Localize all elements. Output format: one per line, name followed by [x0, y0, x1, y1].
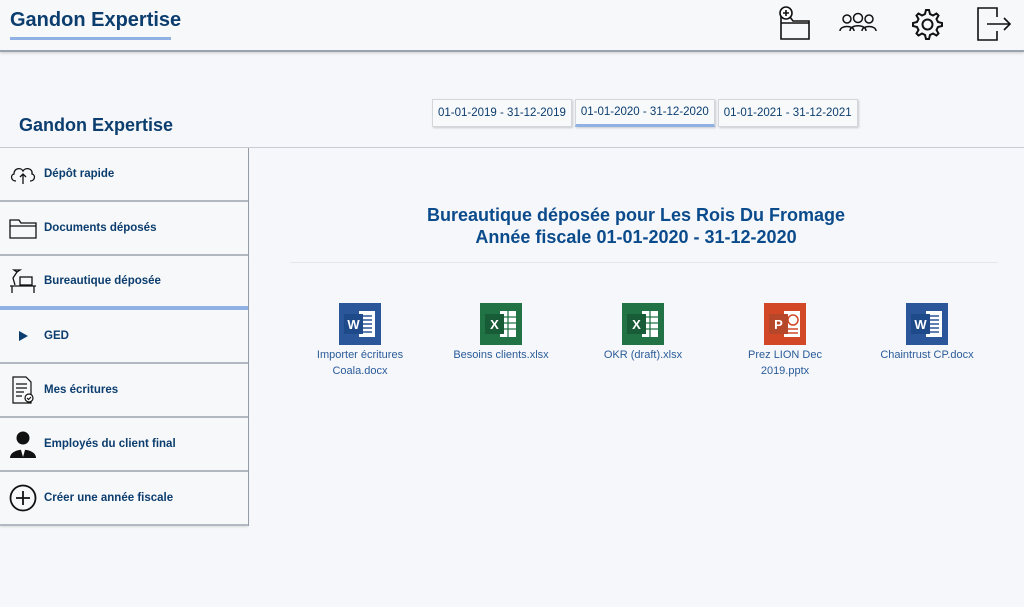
sidebar-item-documents-deposes[interactable]: Documents déposés — [0, 202, 248, 256]
powerpoint-file-icon: P — [764, 303, 806, 345]
sidebar-item-label: GED — [44, 330, 69, 342]
logout-icon[interactable] — [974, 4, 1014, 44]
sidebar-item-label: Employés du client final — [44, 438, 176, 450]
sidebar-item-ged[interactable]: GED — [0, 310, 248, 364]
word-file-icon: W — [339, 303, 381, 345]
sidebar-item-label: Bureautique déposée — [44, 275, 161, 287]
fiscal-year-tabs: 01-01-2019 - 31-12-2019 01-01-2020 - 31-… — [432, 99, 858, 129]
sidebar: Dépôt rapide Documents déposés Bureautiq… — [0, 148, 249, 526]
triangle-right-icon — [8, 321, 38, 351]
page-title-line2: Année fiscale 01-01-2020 - 31-12-2020 — [475, 227, 797, 247]
gear-icon[interactable] — [906, 4, 946, 44]
svg-text:X: X — [490, 317, 499, 332]
folder-icon — [8, 213, 38, 243]
sidebar-item-label: Créer une année fiscale — [44, 492, 174, 504]
file-item-okr-draft[interactable]: X OKR (draft).xlsx — [583, 303, 703, 363]
file-item-importer-ecritures[interactable]: W Importer écritures Coala.docx — [300, 303, 420, 379]
excel-file-icon: X — [622, 303, 664, 345]
page-title-line1: Bureautique déposée pour Les Rois Du Fro… — [426, 205, 846, 225]
word-file-icon: W — [906, 303, 948, 345]
tab-fiscal-year-2019[interactable]: 01-01-2019 - 31-12-2019 — [432, 99, 572, 127]
folder-plus-icon[interactable] — [774, 4, 814, 44]
file-name: Prez LION Dec 2019.pptx — [748, 349, 822, 377]
users-icon[interactable] — [838, 4, 878, 44]
title-separator — [290, 262, 998, 263]
file-grid: W Importer écritures Coala.docx X Besoins… — [300, 303, 1000, 393]
svg-text:W: W — [347, 317, 360, 332]
top-bar: Gandon Expertise — [0, 0, 1024, 52]
brand-title[interactable]: Gandon Expertise — [10, 9, 181, 32]
sidebar-item-label: Mes écritures — [44, 384, 119, 396]
svg-text:P: P — [774, 317, 783, 332]
company-name: Gandon Expertise — [19, 115, 174, 135]
file-name: Besoins clients.xlsx — [453, 349, 549, 361]
svg-text:W: W — [914, 317, 927, 332]
plus-circle-icon — [8, 483, 38, 513]
excel-file-icon: X — [480, 303, 522, 345]
file-item-chaintrust-cp[interactable]: W Chaintrust CP.docx — [867, 303, 987, 363]
sidebar-item-depot-rapide[interactable]: Dépôt rapide — [0, 148, 248, 202]
svg-text:X: X — [632, 317, 641, 332]
page-title: Bureautique déposée pour Les Rois Du Fro… — [248, 204, 1024, 248]
file-name: Importer écritures Coala.docx — [316, 349, 404, 377]
file-name: Chaintrust CP.docx — [880, 349, 974, 361]
cloud-upload-icon — [8, 159, 38, 189]
file-item-prez-lion[interactable]: P Prez LION Dec 2019.pptx — [725, 303, 845, 379]
tab-fiscal-year-2020[interactable]: 01-01-2020 - 31-12-2020 — [574, 99, 715, 127]
sidebar-item-label: Documents déposés — [44, 222, 157, 234]
sidebar-item-bureautique-deposee[interactable]: Bureautique déposée — [0, 256, 248, 310]
brand-underline — [10, 37, 171, 40]
person-icon — [8, 429, 38, 459]
document-check-icon — [8, 375, 38, 405]
sidebar-item-mes-ecritures[interactable]: Mes écritures — [0, 364, 248, 418]
file-item-besoins-clients[interactable]: X Besoins clients.xlsx — [441, 303, 561, 363]
tab-fiscal-year-2021[interactable]: 01-01-2021 - 31-12-2021 — [717, 99, 858, 127]
desk-icon — [8, 266, 38, 296]
file-name: OKR (draft).xlsx — [603, 349, 683, 361]
sidebar-item-label: Dépôt rapide — [44, 168, 115, 180]
sidebar-item-employes[interactable]: Employés du client final — [0, 418, 248, 472]
sidebar-item-creer-annee-fiscale[interactable]: Créer une année fiscale — [0, 472, 248, 526]
